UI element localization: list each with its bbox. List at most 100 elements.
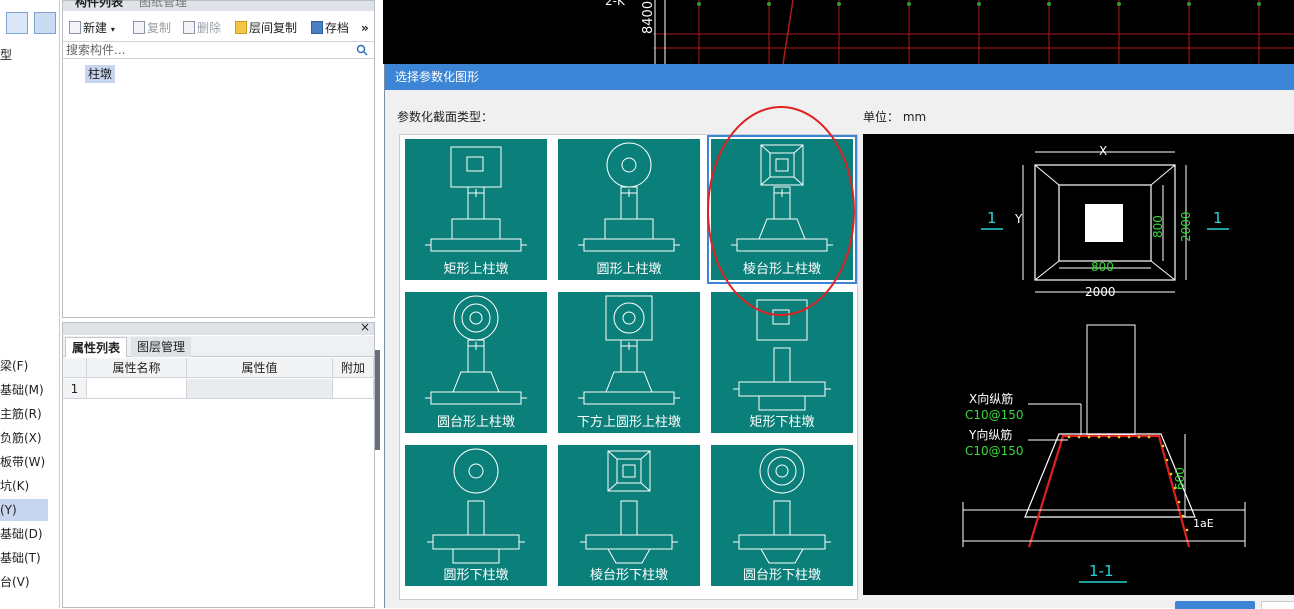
shape-tile[interactable]: 圆形上柱墩 [558, 139, 700, 280]
cad-axis-dot [1117, 2, 1121, 6]
delete-icon [183, 21, 195, 34]
property-extra-cell[interactable] [333, 379, 374, 399]
axis-label: 2-K [605, 0, 625, 8]
rebar-dot [1185, 528, 1189, 532]
close-icon[interactable]: × [360, 320, 370, 334]
list-view-button[interactable] [6, 12, 28, 34]
panel-splitter[interactable] [375, 350, 380, 450]
copy-icon [133, 21, 145, 34]
cad-axis-dot [1257, 2, 1261, 6]
cad-axis-dot [1187, 2, 1191, 6]
category-item[interactable]: 基础(D) [0, 523, 48, 545]
rebar-dot [1097, 435, 1101, 439]
x-rebar-value: C10@150 [965, 408, 1024, 422]
rebar-dot [1117, 435, 1121, 439]
cad-axis-dot [1047, 2, 1051, 6]
column-header-extra: 附加 [333, 358, 374, 378]
save-icon [311, 21, 323, 34]
floor-copy-button[interactable]: 层间复制 [235, 19, 297, 37]
new-button-label: 新建 [83, 21, 108, 35]
new-button[interactable]: 新建 ▾ [69, 19, 115, 37]
tab-component-list[interactable]: 构件列表 [69, 0, 129, 10]
row-index-header [63, 358, 87, 378]
copy-button-label: 复制 [147, 21, 172, 35]
shape-tile-label: 圆形上柱墩 [596, 262, 662, 277]
dim-800-horizontal: 800 [1091, 260, 1114, 274]
sidebar-partial-label: 型 [0, 48, 13, 62]
shape-tile-label: 圆形下柱墩 [443, 568, 509, 583]
dimension-label: 8400 [641, 0, 656, 34]
dim-600: 600 [1173, 467, 1187, 490]
floor-copy-icon [235, 21, 247, 34]
section-mark-left: 1 [987, 209, 997, 227]
shape-tile[interactable]: 棱台形下柱墩 [558, 445, 700, 586]
rebar-dot [1177, 500, 1181, 504]
save-button[interactable]: 存档 [311, 19, 349, 37]
dim-800-vertical: 800 [1151, 215, 1165, 238]
icon-view-button[interactable] [34, 12, 56, 34]
category-sidebar: 型 梁(F) 基础(M) 主筋(R) 负筋(X) 板带(W) 坑(K) (Y) 基础(D) 基础… [0, 0, 60, 608]
annotation-circle [707, 106, 855, 316]
category-item[interactable]: 基础(M) [0, 379, 48, 401]
cad-axis-dot [907, 2, 911, 6]
shape-tile[interactable]: 圆台形下柱墩 [711, 445, 853, 586]
column-header-name: 属性名称 [87, 358, 187, 378]
category-item[interactable]: 主筋(R) [0, 403, 48, 425]
shape-tile[interactable]: 下方上圆形上柱墩 [558, 292, 700, 433]
category-item[interactable]: 台(V) [0, 571, 48, 593]
shape-tile[interactable]: 圆台形上柱墩 [405, 292, 547, 433]
shape-tile-label: 下方上圆形上柱墩 [576, 415, 681, 430]
cad-axis-dot [837, 2, 841, 6]
category-item[interactable]: 板带(W) [0, 451, 48, 473]
category-item[interactable]: (Y) [0, 499, 48, 521]
category-item[interactable]: 负筋(X) [0, 427, 48, 449]
lae-label: 1aE [1193, 517, 1214, 530]
save-button-label: 存档 [325, 21, 350, 35]
shape-tile[interactable]: 圆形下柱墩 [405, 445, 547, 586]
column-header-value: 属性值 [187, 358, 333, 378]
dim-x: X [1099, 144, 1108, 158]
dim-2000-vertical: 2000 [1179, 211, 1193, 242]
section-type-label: 参数化截面类型： [397, 110, 494, 124]
rebar-dot [1077, 435, 1081, 439]
tab-layer-management[interactable]: 图层管理 [131, 337, 192, 357]
property-name-cell[interactable] [87, 379, 187, 399]
cad-canvas[interactable]: 2-K 8400 [383, 0, 1294, 64]
category-item[interactable]: 梁(F) [0, 355, 48, 377]
rebar-dot [1137, 435, 1141, 439]
row-index: 1 [63, 379, 87, 399]
rebar-dot [1147, 435, 1151, 439]
y-rebar-label: Y向纵筋 [969, 428, 1013, 442]
rebar-dot [1067, 435, 1071, 439]
copy-button[interactable]: 复制 [133, 19, 171, 37]
x-rebar-label: X向纵筋 [969, 392, 1014, 406]
rebar-dot [1161, 444, 1165, 448]
unit-value: mm [902, 110, 927, 124]
shape-tile-label: 圆台形上柱墩 [436, 415, 515, 430]
preview-drawing [962, 151, 1246, 583]
category-item[interactable]: 基础(T) [0, 547, 48, 569]
property-value-cell[interactable] [187, 379, 333, 399]
search-icon[interactable] [356, 44, 368, 56]
rebar-dot [1107, 435, 1111, 439]
dim-2000-horizontal: 2000 [1085, 285, 1116, 299]
unit-label: 单位： mm [863, 108, 926, 125]
category-item[interactable]: 坑(K) [0, 475, 48, 497]
delete-button[interactable]: 删除 [183, 19, 221, 37]
cad-axis-dot [977, 2, 981, 6]
shape-tile-label: 矩形下柱墩 [749, 415, 815, 430]
shape-tile-label: 圆台形下柱墩 [742, 568, 821, 583]
new-file-icon [69, 21, 81, 34]
tab-drawing-management[interactable]: 图纸管理 [133, 0, 193, 10]
dim-y: Y [1015, 212, 1023, 226]
unit-label-text: 单位： [863, 110, 900, 124]
component-tree-item[interactable]: 柱墩 [85, 65, 116, 83]
y-rebar-value: C10@150 [965, 444, 1024, 458]
tab-property-list[interactable]: 属性列表 [65, 337, 128, 357]
more-tools-button[interactable]: » [361, 19, 369, 37]
component-toolbar: 新建 ▾ 复制 删除 层间复制 存档 » [63, 15, 374, 39]
shape-tile-label: 矩形上柱墩 [443, 262, 509, 277]
dialog-title: 选择参数化图形 [385, 64, 1294, 90]
shape-tile[interactable]: 矩形上柱墩 [405, 139, 547, 280]
search-input[interactable]: 搜索构件... [63, 41, 374, 59]
